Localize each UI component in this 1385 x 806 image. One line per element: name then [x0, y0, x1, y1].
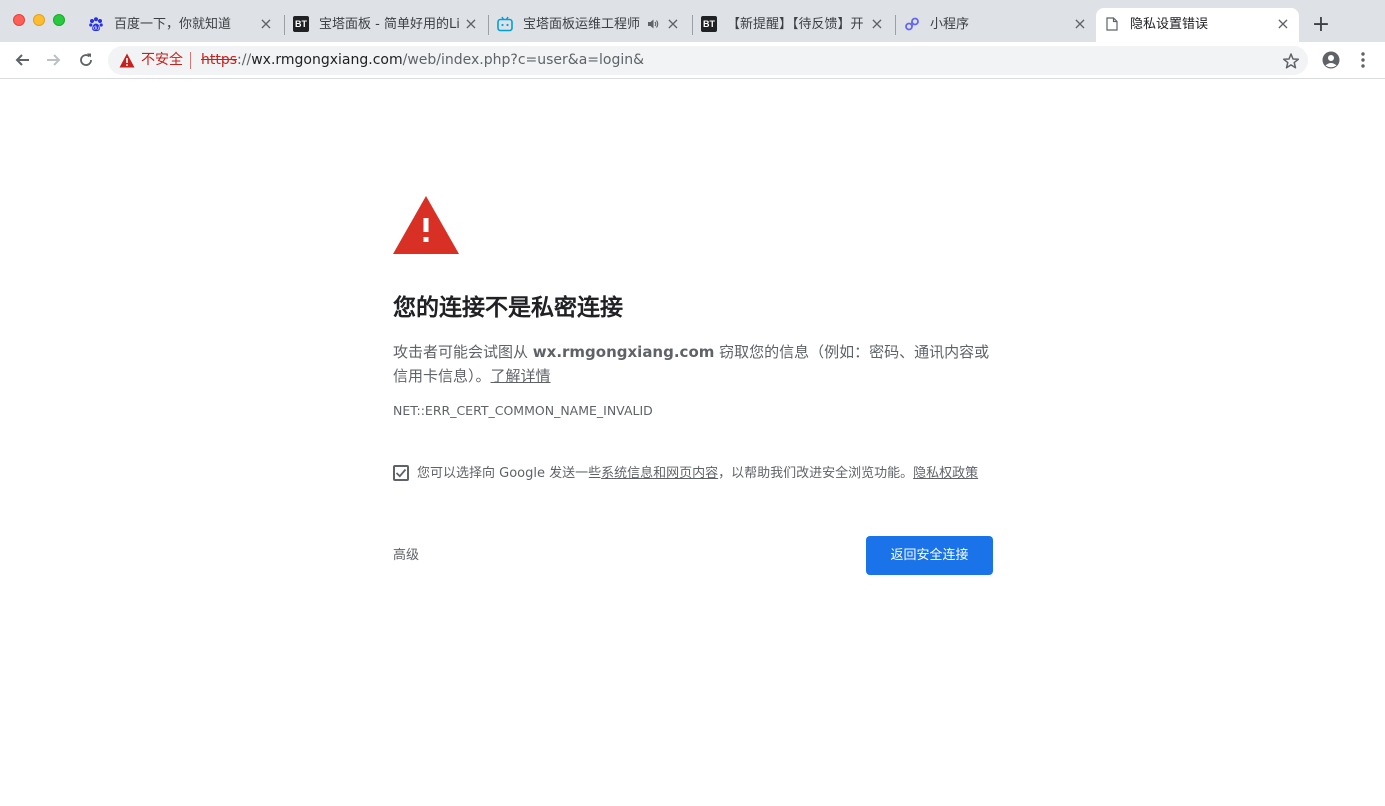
document-icon: [1104, 16, 1120, 32]
privacy-policy-link[interactable]: 隐私权政策: [913, 466, 978, 481]
tab-bt-forum[interactable]: BT 【新提醒】【待反馈】开 ×: [693, 8, 895, 42]
more-menu-icon[interactable]: [1353, 50, 1373, 70]
advanced-button[interactable]: 高级: [393, 547, 419, 565]
warning-explanation: 攻击者可能会试图从 wx.rmgongxiang.com 窃取您的信息（例如：密…: [393, 340, 993, 388]
not-secure-label[interactable]: 不安全: [141, 51, 183, 70]
url-scheme-separator: ://: [237, 52, 252, 68]
security-warning-icon: [393, 196, 459, 254]
opt-in-label: 您可以选择向 Google 发送一些: [417, 466, 602, 481]
tab-bilibili[interactable]: 宝塔面板运维工程师 ×: [489, 8, 693, 42]
opt-in-checkbox[interactable]: [393, 465, 409, 481]
learn-more-link[interactable]: 了解详情: [491, 367, 551, 385]
window-maximize-button[interactable]: [53, 14, 65, 26]
omnibox-divider: [190, 52, 191, 69]
bt-logo-icon: BT: [293, 16, 309, 32]
baidu-paw-icon: du: [88, 16, 104, 32]
url-host: wx.rmgongxiang.com: [251, 52, 403, 68]
explanation-text: 攻击者可能会试图从: [393, 343, 533, 361]
miniprogram-icon: [904, 16, 920, 32]
back-arrow-icon[interactable]: [12, 50, 32, 70]
tab-title: 宝塔面板 - 简单好用的Lin: [319, 17, 459, 32]
system-info-link[interactable]: 系统信息和网页内容: [601, 466, 718, 481]
bt-logo-icon: BT: [701, 16, 717, 32]
opt-in-label: ，以帮助我们改进安全浏览功能。: [718, 466, 914, 481]
tab-close-icon[interactable]: ×: [1275, 16, 1291, 32]
explanation-host: wx.rmgongxiang.com: [532, 343, 715, 361]
browser-toolbar: 不安全 https://wx.rmgongxiang.com/web/index…: [0, 42, 1385, 79]
tab-close-icon[interactable]: ×: [665, 16, 681, 32]
safe-browsing-opt-in: 您可以选择向 Google 发送一些系统信息和网页内容，以帮助我们改进安全浏览功…: [393, 464, 993, 484]
tab-title: 宝塔面板运维工程师: [523, 17, 641, 32]
window-minimize-button[interactable]: [33, 14, 45, 26]
speaker-audio-icon[interactable]: [645, 16, 661, 32]
tab-baidu[interactable]: du 百度一下，你就知道 ×: [80, 8, 284, 42]
bilibili-tv-icon: [497, 16, 513, 32]
profile-avatar-icon[interactable]: [1321, 50, 1341, 70]
error-code[interactable]: NET::ERR_CERT_COMMON_NAME_INVALID: [393, 403, 653, 419]
interstitial-page: 您的连接不是私密连接 攻击者可能会试图从 wx.rmgongxiang.com …: [0, 80, 1385, 806]
new-tab-button[interactable]: +: [1310, 14, 1332, 36]
url-scheme: https: [201, 52, 238, 68]
opt-in-text: 您可以选择向 Google 发送一些系统信息和网页内容，以帮助我们改进安全浏览功…: [417, 464, 978, 484]
tab-title: 隐私设置错误: [1130, 17, 1209, 32]
tab-strip: du 百度一下，你就知道 × BT 宝塔面板 - 简单好用的Lin × 宝塔面板…: [0, 0, 1385, 42]
tab-close-icon[interactable]: ×: [1072, 16, 1088, 32]
not-secure-warning-icon[interactable]: [119, 53, 135, 68]
svg-text:du: du: [93, 25, 99, 31]
tab-close-icon[interactable]: ×: [869, 16, 885, 32]
tab-close-icon[interactable]: ×: [463, 16, 479, 32]
tab-title: 【新提醒】【待反馈】开: [727, 17, 863, 32]
reload-icon[interactable]: [76, 50, 96, 70]
back-to-safety-button[interactable]: 返回安全连接: [866, 536, 993, 575]
tab-miniprogram[interactable]: 小程序 ×: [896, 8, 1096, 42]
tab-bt-panel[interactable]: BT 宝塔面板 - 简单好用的Lin ×: [285, 8, 489, 42]
window-close-button[interactable]: [13, 14, 25, 26]
url-text[interactable]: https://wx.rmgongxiang.com/web/index.php…: [201, 51, 644, 70]
tab-close-icon[interactable]: ×: [258, 16, 274, 32]
tab-title: 小程序: [930, 17, 970, 32]
bookmark-star-icon[interactable]: [1282, 52, 1300, 70]
forward-arrow-icon[interactable]: [44, 50, 64, 70]
page-title: 您的连接不是私密连接: [393, 295, 623, 321]
url-path: /web/index.php?c=user&a=login&: [402, 52, 645, 68]
address-bar[interactable]: 不安全 https://wx.rmgongxiang.com/web/index…: [108, 46, 1308, 75]
tab-title: 百度一下，你就知道: [114, 17, 232, 32]
tab-privacy-error[interactable]: 隐私设置错误 ×: [1096, 8, 1299, 42]
